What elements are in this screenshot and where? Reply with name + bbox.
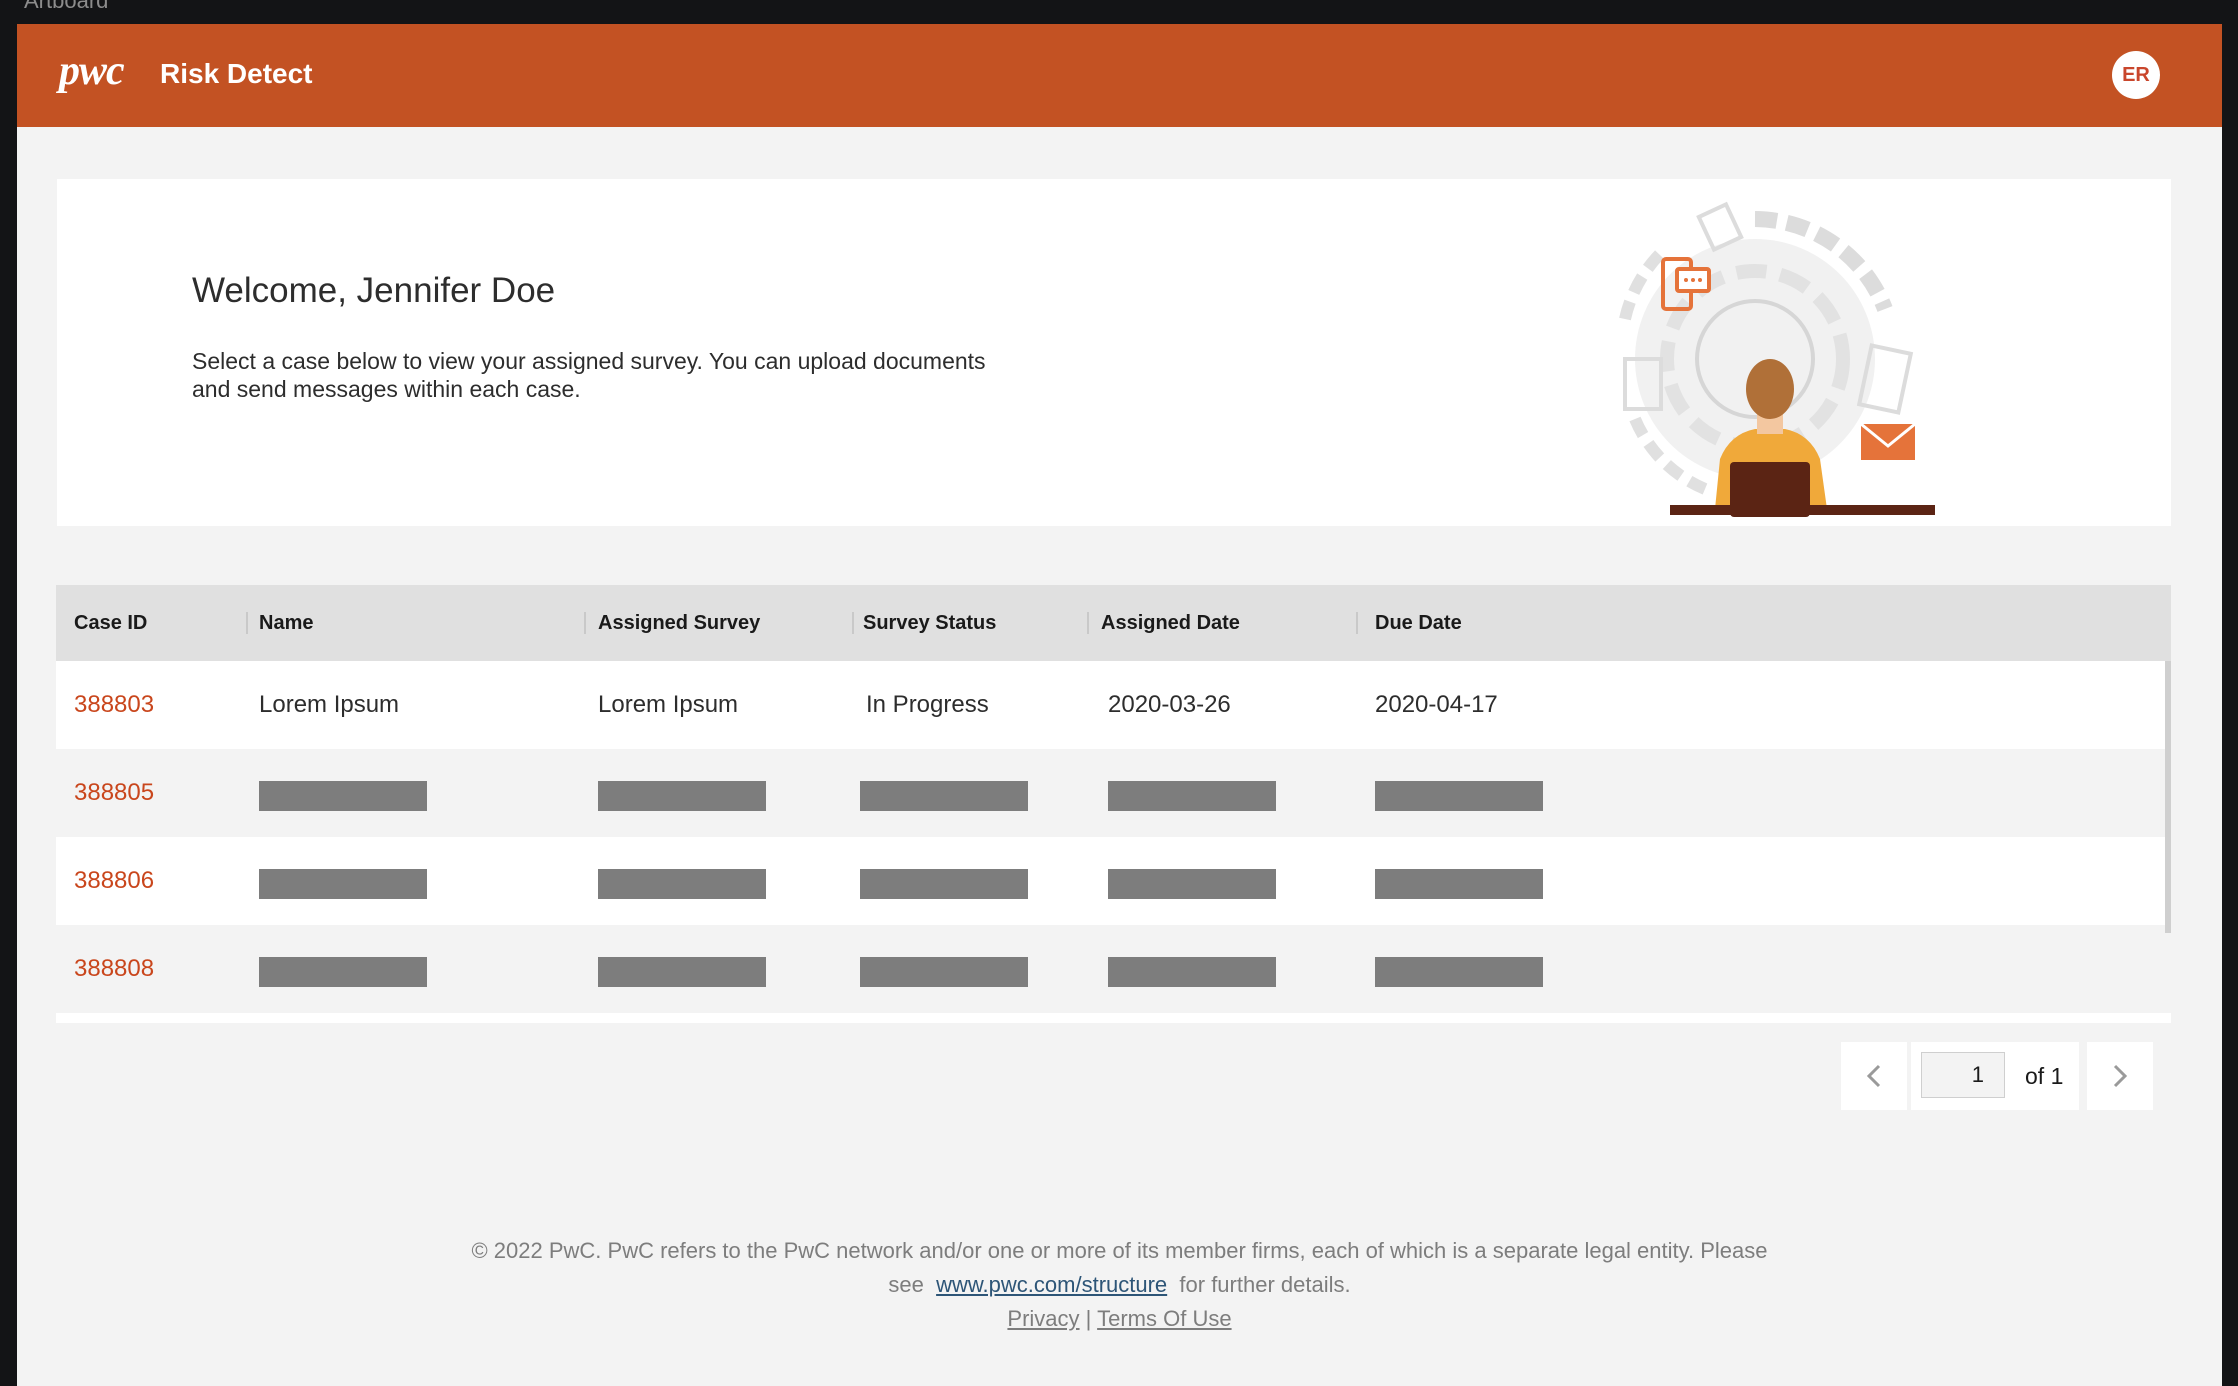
redacted-cell	[259, 869, 427, 899]
table-row[interactable]: 388803 Lorem Ipsum Lorem Ipsum In Progre…	[56, 661, 2171, 749]
due-date-cell: 2020-04-17	[1375, 691, 1498, 718]
top-header: pwc Risk Detect ER	[17, 24, 2222, 127]
page-indicator: of 1	[1911, 1042, 2079, 1110]
copyright-line: © 2022 PwC. PwC refers to the PwC networ…	[471, 1238, 1768, 1263]
assigned-date-cell: 2020-03-26	[1108, 691, 1231, 718]
welcome-description-line-2: and send messages within each case.	[192, 376, 581, 402]
column-divider[interactable]	[852, 612, 854, 634]
redacted-cell	[259, 957, 427, 987]
redacted-cell	[860, 957, 1028, 987]
redacted-cell	[1108, 957, 1276, 987]
app-title: Risk Detect	[160, 58, 313, 89]
column-divider[interactable]	[246, 612, 248, 634]
further-details-text: for further details.	[1179, 1272, 1351, 1297]
redacted-cell	[1375, 781, 1543, 811]
case-id-link[interactable]: 388803	[74, 661, 154, 749]
policy-divider: |	[1085, 1306, 1092, 1331]
privacy-link[interactable]: Privacy	[1007, 1306, 1079, 1331]
survey-status-cell: In Progress	[866, 691, 989, 718]
cases-table: Case ID Name Assigned Survey Survey Stat…	[56, 585, 2171, 1023]
chevron-left-icon	[1866, 1064, 1881, 1088]
artboard-label: Artboard	[24, 0, 109, 13]
welcome-card: Welcome, Jennifer Doe Select a case belo…	[57, 179, 2171, 526]
app-window: pwc Risk Detect ER Welcome, Jennifer Doe…	[17, 24, 2222, 1386]
redacted-cell	[1108, 869, 1276, 899]
welcome-title: Welcome, Jennifer Doe	[192, 271, 556, 310]
redacted-cell	[598, 781, 766, 811]
column-divider[interactable]	[584, 612, 586, 634]
table-scrollbar[interactable]	[2165, 661, 2171, 933]
column-header-assigned-survey[interactable]: Assigned Survey	[598, 585, 760, 661]
redacted-cell	[860, 869, 1028, 899]
name-cell: Lorem Ipsum	[259, 691, 400, 718]
case-id-link[interactable]: 388808	[74, 925, 154, 1013]
table-row[interactable]: 388806	[56, 837, 2171, 925]
redacted-cell	[1375, 869, 1543, 899]
next-page-button[interactable]	[2087, 1042, 2153, 1110]
table-row[interactable]: 388808	[56, 925, 2171, 1013]
previous-page-button[interactable]	[1841, 1042, 1907, 1110]
footer: © 2022 PwC. PwC refers to the PwC networ…	[17, 1234, 2222, 1336]
policy-links: Privacy | Terms Of Use	[17, 1302, 2222, 1336]
user-avatar[interactable]: ER	[2112, 51, 2160, 99]
welcome-description: Select a case below to view your assigne…	[192, 347, 1052, 403]
column-header-assigned-date[interactable]: Assigned Date	[1101, 585, 1240, 661]
page-total-label: of 1	[2025, 1063, 2064, 1089]
chevron-right-icon	[2113, 1064, 2128, 1088]
redacted-cell	[1108, 781, 1276, 811]
redacted-cell	[1375, 957, 1543, 987]
case-id-link[interactable]: 388806	[74, 837, 154, 925]
redacted-cell	[259, 781, 427, 811]
page-number-input[interactable]	[1921, 1052, 2005, 1098]
welcome-description-line-1: Select a case below to view your assigne…	[192, 348, 986, 374]
redacted-cell	[598, 957, 766, 987]
table-row[interactable]: 388805	[56, 749, 2171, 837]
pagination: of 1	[1841, 1042, 2153, 1110]
column-divider[interactable]	[1356, 612, 1358, 634]
structure-link[interactable]: www.pwc.com/structure	[936, 1272, 1167, 1297]
column-header-case-id[interactable]: Case ID	[74, 585, 147, 661]
structure-line: see www.pwc.com/structure for further de…	[17, 1268, 2222, 1302]
column-header-due-date[interactable]: Due Date	[1375, 585, 1462, 661]
column-header-survey-status[interactable]: Survey Status	[863, 585, 996, 661]
person-at-desk-illustration	[1619, 201, 1935, 517]
see-text: see	[888, 1272, 924, 1297]
pwc-logo[interactable]: pwc	[59, 47, 125, 95]
table-header: Case ID Name Assigned Survey Survey Stat…	[56, 585, 2171, 661]
case-id-link[interactable]: 388805	[74, 749, 154, 837]
redacted-cell	[860, 781, 1028, 811]
assigned-survey-cell: Lorem Ipsum	[598, 691, 739, 718]
column-header-name[interactable]: Name	[259, 585, 313, 661]
redacted-cell	[598, 869, 766, 899]
column-divider[interactable]	[1087, 612, 1089, 634]
terms-of-use-link[interactable]: Terms Of Use	[1097, 1306, 1231, 1331]
